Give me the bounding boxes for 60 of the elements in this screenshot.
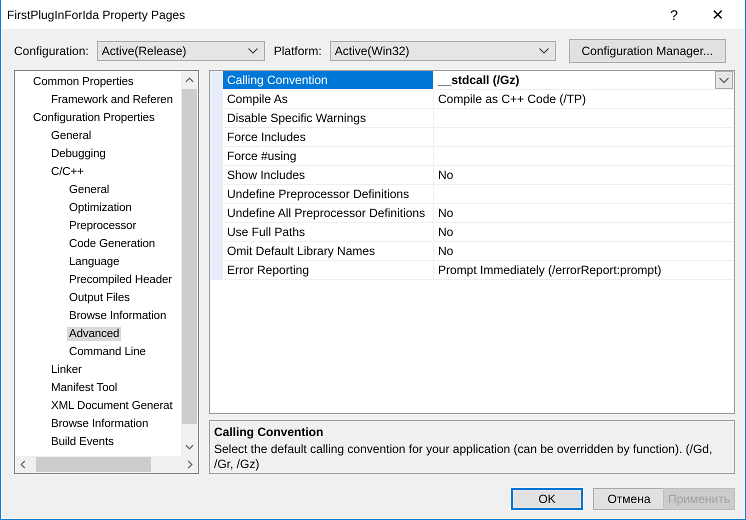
property-value: No bbox=[438, 206, 454, 220]
vertical-scrollbar[interactable] bbox=[181, 71, 198, 456]
property-name[interactable]: Use Full Paths bbox=[223, 223, 434, 242]
tree-item[interactable]: General bbox=[49, 129, 94, 143]
tree-item[interactable]: XML Document Generat bbox=[49, 399, 175, 413]
tree-item[interactable]: Code Generation bbox=[67, 237, 158, 251]
property-name[interactable]: Calling Convention bbox=[223, 71, 434, 90]
tree-item[interactable]: Linker bbox=[49, 363, 84, 377]
tree-item[interactable]: Language bbox=[67, 255, 122, 269]
tree-item[interactable]: Optimization bbox=[67, 201, 134, 215]
property-value: Compile as C++ Code (/TP) bbox=[438, 92, 586, 106]
dialog-button[interactable]: Отмена bbox=[593, 488, 665, 510]
tree-item[interactable]: Preprocessor bbox=[67, 219, 138, 233]
horizontal-scrollbar[interactable] bbox=[15, 456, 198, 473]
scroll-left-icon[interactable] bbox=[20, 460, 26, 469]
chevron-down-icon bbox=[538, 48, 549, 54]
platform-dropdown[interactable]: Active(Win32) bbox=[330, 41, 556, 61]
tree-item[interactable]: Command Line bbox=[67, 345, 148, 359]
property-value: No bbox=[438, 168, 454, 182]
tree-item[interactable]: C/C++ bbox=[49, 165, 86, 179]
description-title: Calling Convention bbox=[214, 425, 324, 439]
tree-item[interactable]: Common Properties bbox=[31, 75, 136, 89]
property-value: __stdcall (/Gz) bbox=[438, 73, 520, 87]
property-name[interactable]: Error Reporting bbox=[223, 261, 434, 280]
scroll-down-icon[interactable] bbox=[185, 444, 194, 450]
property-name[interactable]: Compile As bbox=[223, 90, 434, 109]
help-button[interactable]: ? bbox=[653, 0, 695, 29]
property-name[interactable]: Show Includes bbox=[223, 166, 434, 185]
property-name[interactable]: Undefine All Preprocessor Definitions bbox=[223, 204, 434, 223]
window-title: FirstPlugInForIda Property Pages bbox=[7, 8, 186, 22]
tree-item[interactable]: Output Files bbox=[67, 291, 132, 305]
tree-item[interactable]: Build Events bbox=[49, 435, 116, 449]
tree-item[interactable]: Browse Information bbox=[67, 309, 168, 323]
configuration-label: Configuration: bbox=[14, 44, 89, 58]
tree-item[interactable]: Precompiled Header bbox=[67, 273, 174, 287]
configuration-dropdown[interactable]: Active(Release) bbox=[96, 41, 265, 61]
close-button[interactable]: ✕ bbox=[695, 0, 741, 29]
property-value: Prompt Immediately (/errorReport:prompt) bbox=[438, 263, 662, 277]
tree-item[interactable]: Advanced bbox=[67, 327, 122, 341]
property-value: No bbox=[438, 225, 454, 239]
tree-item[interactable]: Configuration Properties bbox=[31, 111, 157, 125]
property-name[interactable]: Disable Specific Warnings bbox=[223, 109, 434, 128]
tree-item[interactable]: Manifest Tool bbox=[49, 381, 120, 395]
tree-item[interactable]: General bbox=[67, 183, 112, 197]
tree-item[interactable]: Framework and Referen bbox=[49, 93, 175, 107]
property-name[interactable]: Undefine Preprocessor Definitions bbox=[223, 185, 434, 204]
property-value: No bbox=[438, 244, 454, 258]
tree-item[interactable]: Debugging bbox=[49, 147, 108, 161]
scroll-up-icon[interactable] bbox=[185, 77, 194, 83]
property-name[interactable]: Omit Default Library Names bbox=[223, 242, 434, 261]
configuration-manager-button[interactable]: Configuration Manager... bbox=[568, 39, 726, 63]
description-text: Select the default calling convention for your application (can be overridden by function). (/Gd, /Gr, /Gz) bbox=[214, 442, 714, 472]
scroll-right-icon[interactable] bbox=[187, 460, 193, 469]
chevron-down-icon bbox=[248, 48, 258, 54]
dialog-button[interactable]: OK bbox=[511, 488, 583, 510]
property-name[interactable]: Force Includes bbox=[223, 128, 434, 147]
platform-label: Platform: bbox=[274, 44, 322, 58]
dropdown-button-icon[interactable] bbox=[715, 71, 733, 89]
property-name[interactable]: Force #using bbox=[223, 147, 434, 166]
tree-item[interactable]: Browse Information bbox=[49, 417, 150, 431]
